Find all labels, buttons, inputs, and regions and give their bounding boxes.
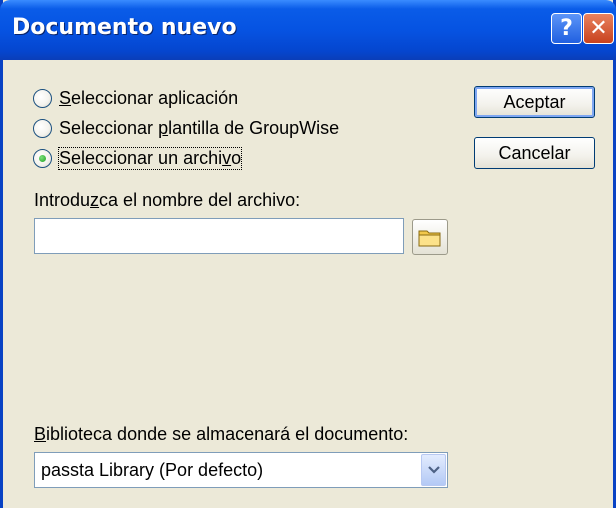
ok-button[interactable]: Aceptar <box>474 86 595 118</box>
file-name-input[interactable] <box>34 218 404 254</box>
radio-button[interactable] <box>33 118 52 138</box>
folder-icon <box>418 230 441 247</box>
library-label: Biblioteca donde se almacenará el docume… <box>34 424 409 444</box>
browse-button[interactable] <box>412 219 448 255</box>
radio-label: Seleccionar plantilla de GroupWise <box>59 117 340 138</box>
file-name-label: Introduzca el nombre del archivo: <box>34 190 301 210</box>
radio-button[interactable] <box>33 88 52 108</box>
help-button[interactable]: ? <box>551 13 582 44</box>
chevron-down-icon <box>427 466 440 474</box>
radio-option-aplicacion[interactable]: Seleccionar aplicación <box>33 86 238 110</box>
radio-option-plantilla[interactable]: Seleccionar plantilla de GroupWise <box>33 116 339 140</box>
help-icon: ? <box>560 16 573 41</box>
title-bar[interactable]: Documento nuevo ? ✕ <box>0 0 616 60</box>
dialog-title: Documento nuevo <box>12 15 237 40</box>
close-button[interactable]: ✕ <box>583 13 614 44</box>
cancel-button[interactable]: Cancelar <box>474 137 595 169</box>
radio-button-selected[interactable] <box>33 148 52 168</box>
library-select[interactable]: passta Library (Por defecto) <box>34 452 448 488</box>
radio-label: Seleccionar un archivo <box>57 146 243 170</box>
radio-label: Seleccionar aplicación <box>59 87 239 108</box>
close-icon: ✕ <box>589 16 608 41</box>
library-selected-value: passta Library (Por defecto) <box>41 460 264 480</box>
radio-option-archivo[interactable]: Seleccionar un archivo <box>33 146 243 170</box>
dropdown-button[interactable] <box>421 454 446 486</box>
